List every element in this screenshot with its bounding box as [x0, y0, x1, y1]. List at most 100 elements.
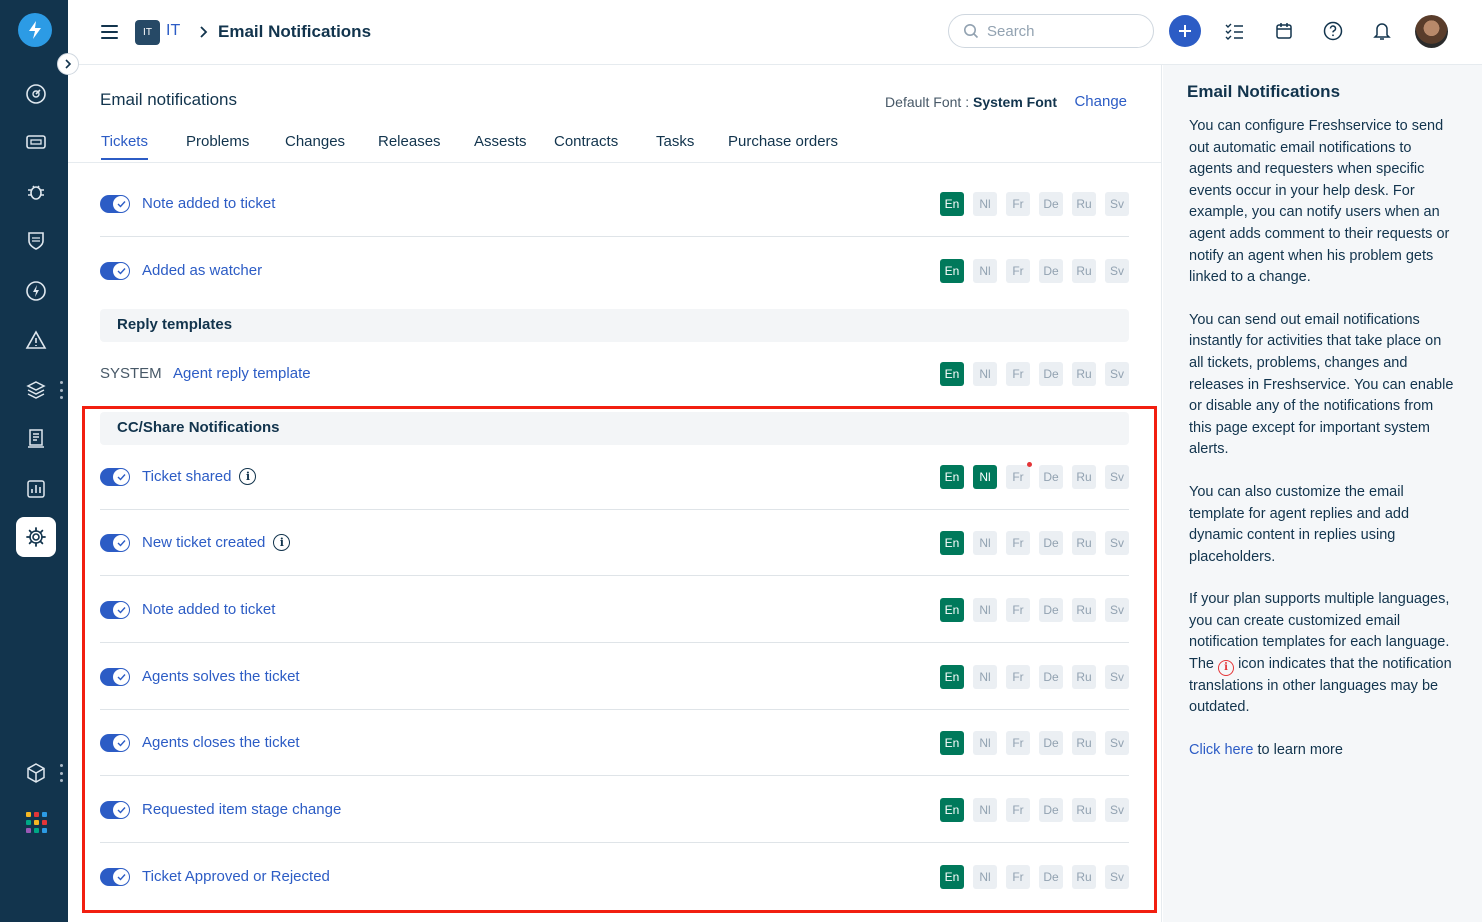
notification-link[interactable]: Added as watcher — [142, 261, 262, 281]
notifications-bell-icon[interactable] — [1366, 15, 1398, 47]
language-badge-de[interactable]: De — [1039, 597, 1063, 622]
language-badge-fr[interactable]: Fr — [1006, 730, 1030, 755]
language-badge-en[interactable]: En — [940, 259, 964, 283]
language-badge-en[interactable]: En — [940, 797, 964, 822]
workspace-breadcrumb-link[interactable]: IT — [166, 22, 180, 40]
language-badge-de[interactable]: De — [1039, 191, 1063, 216]
language-badge-fr[interactable]: Fr — [1006, 461, 1032, 489]
help-question-icon[interactable] — [1317, 15, 1349, 47]
search-input[interactable]: Search — [948, 14, 1154, 48]
expand-sidebar-chevron-icon[interactable] — [57, 53, 79, 75]
language-badge-sv[interactable]: Sv — [1105, 730, 1129, 755]
language-badge-en[interactable]: En — [940, 664, 964, 689]
language-badge-ru[interactable]: Ru — [1072, 362, 1096, 386]
language-badge-nl[interactable]: Nl — [973, 191, 997, 216]
language-badge-fr[interactable]: Fr — [1006, 191, 1030, 216]
changes-shield-icon[interactable] — [16, 221, 56, 261]
language-badge-sv[interactable]: Sv — [1105, 191, 1129, 216]
notification-toggle[interactable] — [100, 667, 130, 686]
releases-bolt-icon[interactable] — [16, 271, 56, 311]
language-badge-de[interactable]: De — [1039, 730, 1063, 755]
language-badge-fr[interactable]: Fr — [1006, 362, 1030, 386]
notification-toggle[interactable] — [100, 467, 130, 486]
language-badge-en[interactable]: En — [940, 530, 964, 555]
language-badge-nl[interactable]: Nl — [973, 797, 997, 822]
freshservice-logo-icon[interactable] — [18, 13, 52, 47]
language-badge-de[interactable]: De — [1039, 464, 1063, 489]
language-badge-sv[interactable]: Sv — [1105, 664, 1129, 689]
language-badge-nl[interactable]: Nl — [973, 865, 997, 889]
language-badge-ru[interactable]: Ru — [1072, 530, 1096, 555]
language-badge-de[interactable]: De — [1039, 865, 1063, 889]
marketplace-cube-icon[interactable] — [16, 753, 56, 793]
notification-toggle[interactable] — [100, 600, 130, 619]
notification-link[interactable]: Ticket Approved or Rejected — [142, 867, 330, 887]
language-badge-nl[interactable]: Nl — [973, 664, 997, 689]
tab-changes[interactable]: Changes — [285, 133, 345, 158]
notification-link[interactable]: New ticket created — [142, 533, 265, 553]
language-badge-sv[interactable]: Sv — [1105, 259, 1129, 283]
tab-assests[interactable]: Assests — [474, 133, 527, 158]
language-badge-de[interactable]: De — [1039, 530, 1063, 555]
language-badge-ru[interactable]: Ru — [1072, 865, 1096, 889]
notification-link[interactable]: Requested item stage change — [142, 800, 341, 820]
user-avatar[interactable] — [1415, 15, 1448, 48]
notification-toggle[interactable] — [100, 194, 130, 213]
language-badge-fr[interactable]: Fr — [1006, 530, 1030, 555]
add-new-button[interactable] — [1169, 15, 1201, 47]
todo-list-icon[interactable] — [1218, 15, 1250, 47]
app-switcher-grid-icon[interactable] — [16, 802, 56, 842]
language-badge-en[interactable]: En — [940, 597, 964, 622]
language-badge-ru[interactable]: Ru — [1072, 259, 1096, 283]
click-here-link[interactable]: Click here — [1189, 742, 1253, 758]
notification-toggle[interactable] — [100, 868, 130, 886]
alerts-warning-icon[interactable] — [16, 320, 56, 360]
language-badge-nl[interactable]: Nl — [973, 597, 997, 622]
language-badge-nl[interactable]: Nl — [973, 362, 997, 386]
language-badge-en[interactable]: En — [940, 865, 964, 889]
language-badge-en[interactable]: En — [940, 362, 964, 386]
reports-chart-icon[interactable] — [16, 469, 56, 509]
language-badge-de[interactable]: De — [1039, 259, 1063, 283]
language-badge-en[interactable]: En — [940, 464, 964, 489]
notification-link[interactable]: Agents closes the ticket — [142, 733, 300, 753]
language-badge-sv[interactable]: Sv — [1105, 597, 1129, 622]
language-badge-sv[interactable]: Sv — [1105, 362, 1129, 386]
tab-contracts[interactable]: Contracts — [554, 133, 618, 158]
more-options-icon[interactable] — [60, 381, 64, 399]
language-badge-en[interactable]: En — [940, 191, 964, 216]
notification-link[interactable]: Ticket shared — [142, 467, 231, 487]
info-icon[interactable]: i — [239, 468, 257, 485]
language-badge-ru[interactable]: Ru — [1072, 797, 1096, 822]
tab-tasks[interactable]: Tasks — [656, 133, 694, 158]
language-badge-fr[interactable]: Fr — [1006, 597, 1030, 622]
language-badge-ru[interactable]: Ru — [1072, 730, 1096, 755]
calendar-icon[interactable] — [1268, 15, 1300, 47]
problems-bug-icon[interactable] — [16, 172, 56, 212]
knowledge-base-icon[interactable] — [16, 419, 56, 459]
notification-link[interactable]: Note added to ticket — [142, 194, 275, 214]
language-badge-de[interactable]: De — [1039, 362, 1063, 386]
language-badge-de[interactable]: De — [1039, 797, 1063, 822]
language-badge-sv[interactable]: Sv — [1105, 797, 1129, 822]
agent-reply-template-link[interactable]: Agent reply template — [173, 364, 311, 384]
language-badge-nl[interactable]: Nl — [973, 730, 997, 755]
language-badge-sv[interactable]: Sv — [1105, 530, 1129, 555]
assets-layers-icon[interactable] — [16, 370, 56, 410]
notification-toggle[interactable] — [100, 733, 130, 752]
tab-tickets[interactable]: Tickets — [101, 133, 148, 160]
info-icon[interactable]: i — [273, 534, 291, 551]
language-badge-de[interactable]: De — [1039, 664, 1063, 689]
language-badge-ru[interactable]: Ru — [1072, 597, 1096, 622]
language-badge-fr[interactable]: Fr — [1006, 797, 1030, 822]
language-badge-sv[interactable]: Sv — [1105, 464, 1129, 489]
notification-link[interactable]: Agents solves the ticket — [142, 667, 300, 687]
language-badge-nl[interactable]: Nl — [973, 530, 997, 555]
language-badge-ru[interactable]: Ru — [1072, 191, 1096, 216]
language-badge-ru[interactable]: Ru — [1072, 464, 1096, 489]
tab-releases[interactable]: Releases — [378, 133, 441, 158]
notification-toggle[interactable] — [100, 262, 130, 280]
language-badge-fr[interactable]: Fr — [1006, 664, 1030, 689]
tab-purchase-orders[interactable]: Purchase orders — [728, 133, 838, 158]
more-apps-options-icon[interactable] — [60, 764, 64, 782]
